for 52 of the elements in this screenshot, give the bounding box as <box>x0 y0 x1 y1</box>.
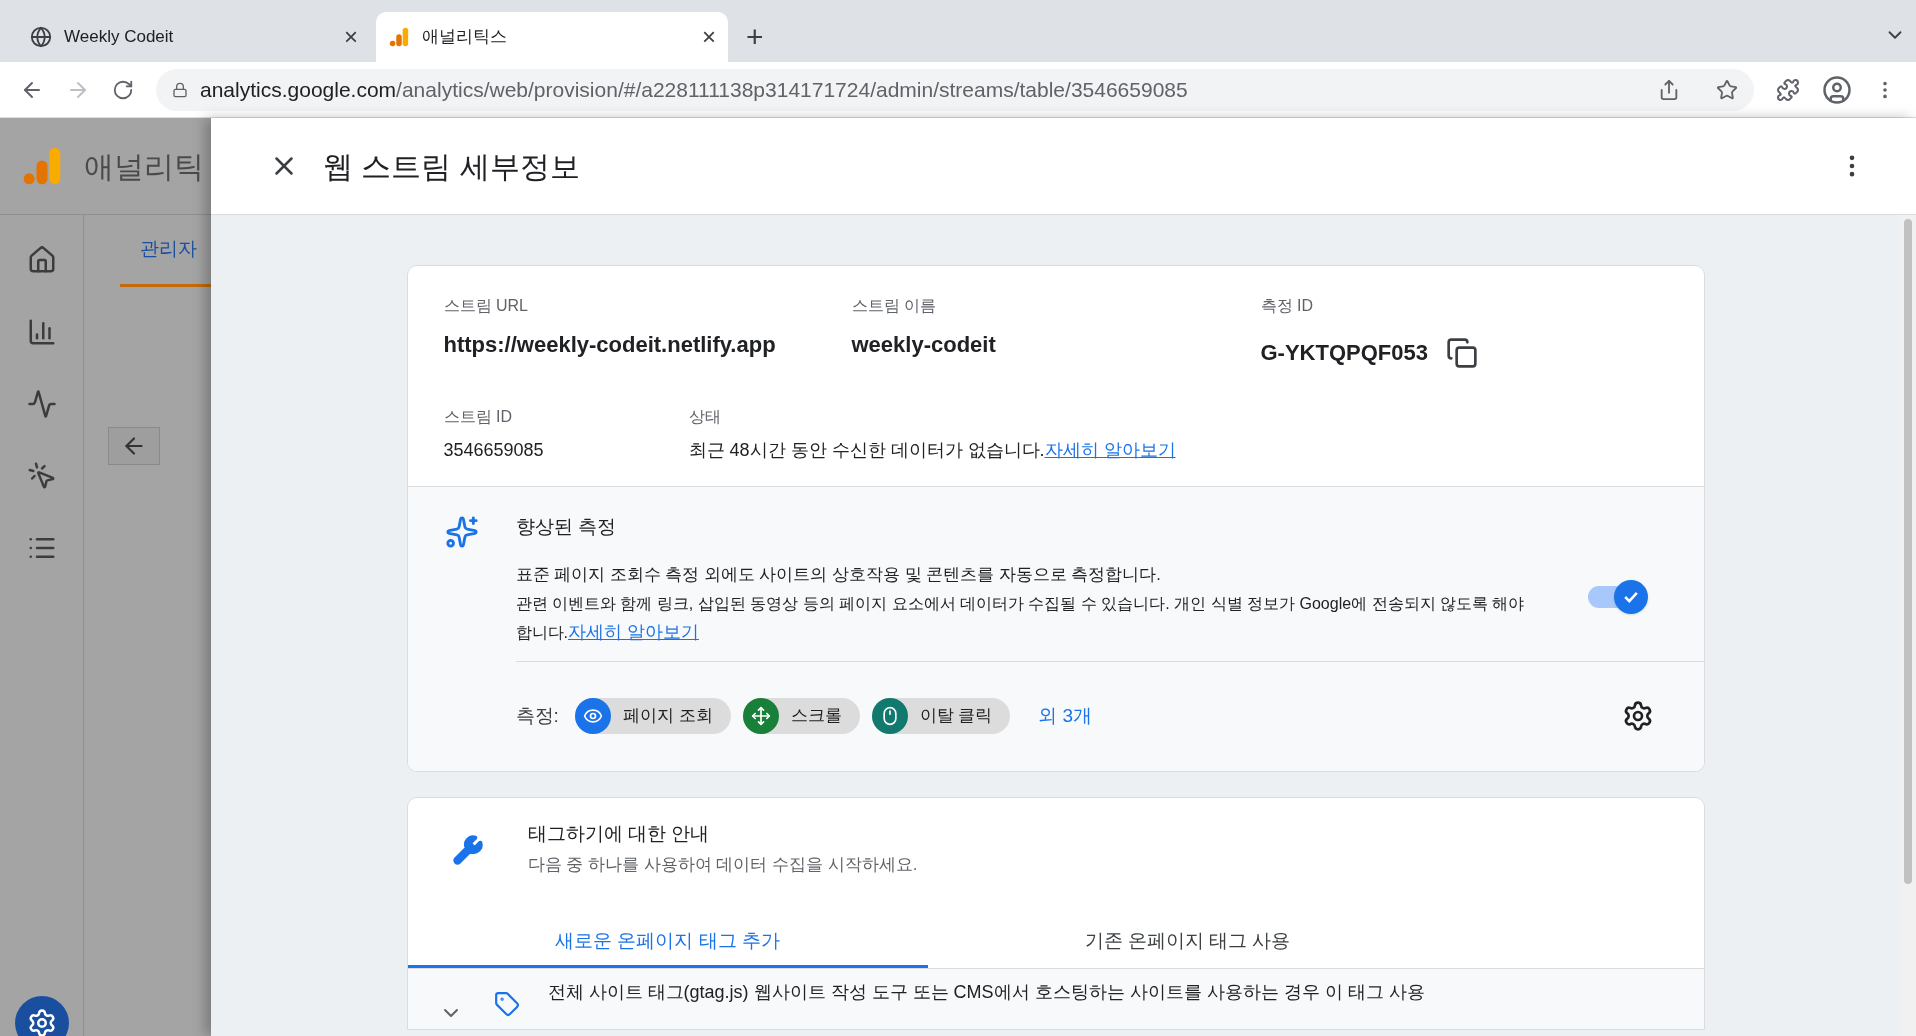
field-label: 스트림 ID <box>443 407 513 427</box>
lock-icon <box>172 81 188 98</box>
learn-more-link[interactable]: 자세히 알아보기 <box>567 621 699 642</box>
share-icon[interactable] <box>1658 78 1680 101</box>
wrench-icon <box>451 833 484 866</box>
admin-settings-button[interactable] <box>14 996 69 1036</box>
copy-icon[interactable] <box>1446 336 1478 369</box>
section-title: 향상된 측정 <box>515 515 617 539</box>
advertising-icon[interactable] <box>26 461 57 491</box>
explore-icon[interactable] <box>26 389 57 419</box>
status-text: 최근 48시간 동안 수신한 데이터가 없습니다. <box>688 439 1045 462</box>
tab-title: Weekly Codeit <box>64 26 175 49</box>
gear-icon <box>26 1008 57 1036</box>
tag-option-text: 전체 사이트 태그(gtag.js) 웹사이트 작성 도구 또는 CMS에서 호스팅하는 사이트를 사용하는 경우 이 태그 사용 <box>547 980 1425 1004</box>
sparkle-icon <box>444 515 479 549</box>
section-title: 태그하기에 대한 안내 <box>527 821 711 846</box>
extensions-icon[interactable] <box>1776 77 1800 102</box>
field-value: G-YKTQPQF053 <box>1260 339 1428 367</box>
app-title: 애널리틱 <box>84 148 204 185</box>
profile-icon[interactable] <box>1822 74 1852 105</box>
measure-chip[interactable]: 이탈 클릭 <box>871 698 1011 734</box>
tag-icon <box>493 990 520 1017</box>
field-label: 측정 ID <box>1260 296 1314 316</box>
field-label: 스트림 이름 <box>851 296 937 316</box>
field-label: 상태 <box>688 407 722 427</box>
globe-icon <box>30 26 52 48</box>
address-bar[interactable]: analytics.google.com/analytics/web/provision/#/a228111138p314171724/admin/streams/table/3546659085 <box>156 68 1754 111</box>
new-tab-button[interactable]: + <box>746 13 764 59</box>
measure-chip[interactable]: 스크롤 <box>742 698 860 734</box>
reload-icon[interactable] <box>112 78 134 101</box>
close-tab-button[interactable]: × <box>344 19 358 55</box>
description-text: 표준 페이지 조회수 측정 외에도 사이트의 상호작용 및 콘텐츠를 자동으로 측정합니다. <box>515 563 1162 585</box>
browser-tab[interactable]: 애널리틱스 × <box>376 12 728 62</box>
measures-label: 측정: <box>515 703 559 728</box>
measure-chip[interactable]: 페이지 조회 <box>574 698 731 734</box>
description-text: 관련 이벤트와 함께 링크, 삽입된 동영상 등의 페이지 요소에서 데이터가 수집될 수 있습니다. 개인 식별 정보가 Google에 전송되지 않도록 해야 합니다.자세히 알아보기 <box>515 593 1526 644</box>
browser-tab[interactable]: Weekly Codeit × <box>18 12 370 62</box>
bookmark-star-icon[interactable] <box>1716 78 1738 101</box>
url-text: analytics.google.com/analytics/web/provision/#/a228111138p314171724/admin/streams/table/3546659085 <box>200 76 1188 103</box>
more-measures-link[interactable]: 외 3개 <box>1038 701 1093 731</box>
close-tab-button[interactable]: × <box>702 19 716 55</box>
learn-more-link[interactable]: 자세히 알아보기 <box>1044 437 1176 464</box>
field-value: https://weekly-codeit.netlify.app <box>443 331 777 359</box>
section-subtitle: 다음 중 하나를 사용하여 데이터 수집을 시작하세요. <box>527 854 918 876</box>
collapse-button[interactable] <box>108 427 160 465</box>
field-value: 3546659085 <box>443 439 545 462</box>
field-label: 스트림 URL <box>443 296 529 316</box>
analytics-logo-icon <box>388 26 410 48</box>
field-value: weekly-codeit <box>851 331 997 359</box>
tab-title: 애널리틱스 <box>422 26 508 49</box>
panel-title: 웹 스트림 세부정보 <box>323 148 580 185</box>
tagging-tab[interactable]: 기존 온페이지 태그 사용 <box>927 917 1448 968</box>
